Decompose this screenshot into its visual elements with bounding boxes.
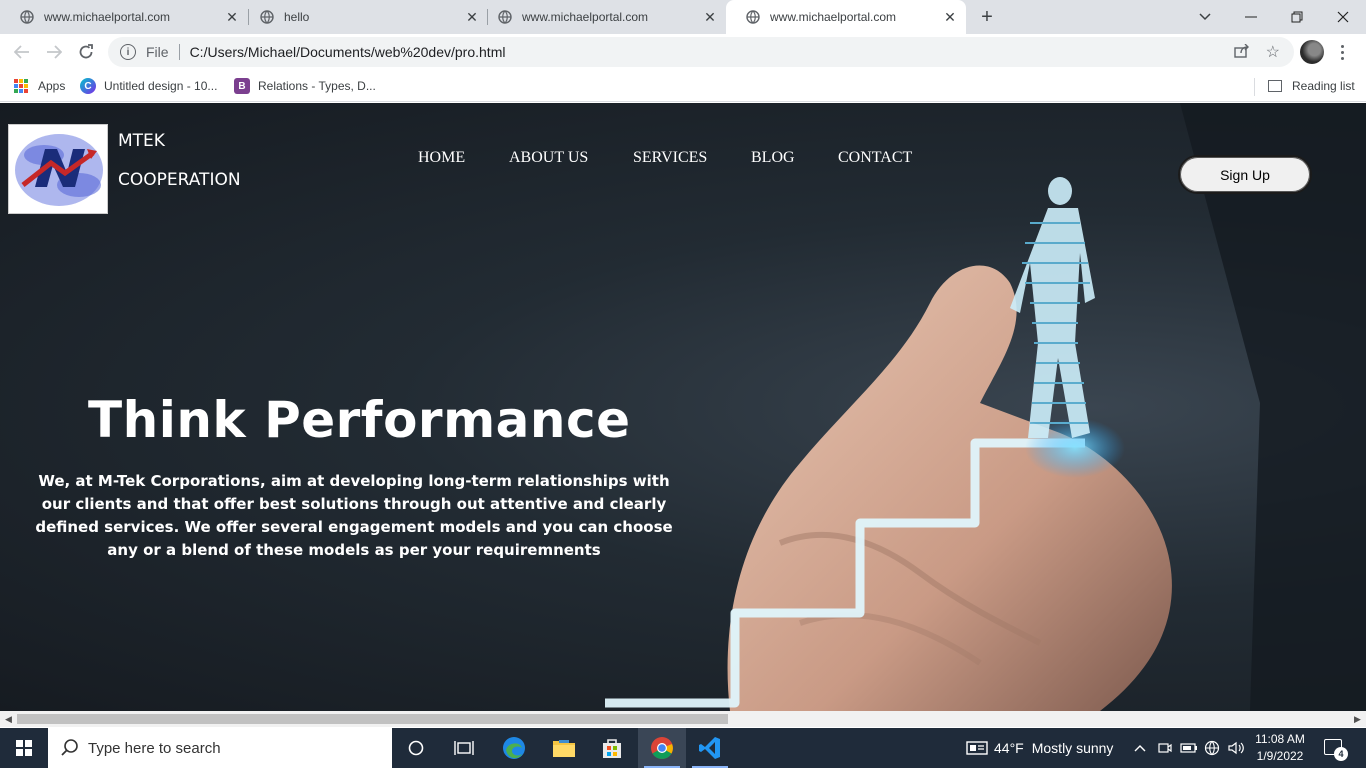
browser-tab[interactable]: hello ✕ bbox=[240, 0, 488, 34]
close-window-icon[interactable] bbox=[1320, 0, 1366, 34]
windows-taskbar: Type here to search 44°F Mostly sunny 11… bbox=[0, 728, 1366, 768]
info-icon[interactable]: i bbox=[120, 44, 136, 60]
reading-list-icon bbox=[1268, 80, 1282, 92]
tab-close-icon[interactable]: ✕ bbox=[940, 7, 960, 27]
notification-count-badge: 4 bbox=[1334, 747, 1348, 761]
scroll-right-arrow-icon[interactable]: ▶ bbox=[1354, 714, 1361, 725]
share-icon[interactable] bbox=[1234, 43, 1250, 61]
bookmark-untitled-design[interactable]: C Untitled design - 10... bbox=[80, 76, 217, 96]
bookmarks-divider bbox=[1254, 78, 1255, 96]
nav-contact[interactable]: CONTACT bbox=[838, 149, 912, 167]
reading-list-label: Reading list bbox=[1292, 79, 1355, 93]
byjus-icon: B bbox=[234, 78, 250, 94]
address-divider bbox=[178, 44, 180, 60]
address-scheme: File bbox=[146, 44, 169, 60]
clock-time: 11:08 AM bbox=[1255, 732, 1305, 746]
address-url[interactable]: C:/Users/Michael/Documents/web%20dev/pro… bbox=[190, 44, 506, 60]
new-tab-plus-icon[interactable]: + bbox=[976, 6, 998, 28]
hero-description: We, at M-Tek Corporations, aim at develo… bbox=[35, 472, 673, 559]
globe-icon bbox=[746, 10, 760, 24]
system-clock[interactable]: 11:08 AM 1/9/2022 bbox=[1250, 731, 1310, 765]
meet-now-icon[interactable] bbox=[1158, 728, 1172, 768]
tab-strip: www.michaelportal.com ✕ hello ✕ www.mich… bbox=[0, 0, 1366, 34]
nav-services[interactable]: SERVICES bbox=[633, 149, 707, 167]
chrome-icon[interactable] bbox=[638, 728, 686, 768]
restore-icon[interactable] bbox=[1274, 0, 1320, 34]
weather-widget[interactable]: 44°F Mostly sunny bbox=[966, 728, 1113, 768]
taskbar-search-box[interactable]: Type here to search bbox=[48, 728, 392, 768]
file-explorer-icon[interactable] bbox=[540, 728, 588, 768]
search-icon bbox=[61, 739, 78, 756]
search-placeholder: Type here to search bbox=[88, 739, 221, 757]
chevron-up-icon[interactable] bbox=[1134, 728, 1146, 768]
scroll-left-arrow-icon[interactable]: ◀ bbox=[5, 714, 12, 725]
address-bar[interactable]: i File C:/Users/Michael/Documents/web%20… bbox=[108, 37, 1294, 67]
horizontal-scrollbar[interactable]: ◀ ▶ bbox=[0, 711, 1366, 727]
globe-icon bbox=[20, 10, 34, 24]
nav-blog[interactable]: BLOG bbox=[751, 149, 795, 167]
browser-toolbar: i File C:/Users/Michael/Documents/web%20… bbox=[0, 34, 1366, 70]
tab-title: www.michaelportal.com bbox=[44, 10, 171, 24]
canva-icon: C bbox=[80, 78, 96, 94]
scrollbar-thumb[interactable] bbox=[17, 714, 728, 724]
browser-tab[interactable]: www.michaelportal.com ✕ bbox=[478, 0, 726, 34]
tab-close-icon[interactable]: ✕ bbox=[700, 7, 720, 27]
windows-logo-icon bbox=[16, 740, 32, 756]
battery-icon[interactable] bbox=[1180, 728, 1198, 768]
logo-emblem-icon bbox=[15, 134, 103, 206]
tab-search-chevron-icon[interactable] bbox=[1182, 0, 1228, 34]
edge-browser-icon[interactable] bbox=[490, 728, 538, 768]
bookmark-label: Untitled design - 10... bbox=[104, 79, 218, 93]
brand-name-line1: MTEK bbox=[118, 131, 165, 151]
apps-grid-icon bbox=[14, 79, 28, 93]
minimize-icon[interactable] bbox=[1228, 0, 1274, 34]
bookmark-label: Apps bbox=[38, 79, 66, 93]
reading-list-button[interactable]: Reading list bbox=[1268, 76, 1355, 96]
profile-avatar[interactable] bbox=[1300, 40, 1324, 64]
network-globe-icon[interactable] bbox=[1204, 728, 1220, 768]
nav-about-us[interactable]: ABOUT US bbox=[509, 149, 588, 167]
tab-close-icon[interactable]: ✕ bbox=[222, 7, 242, 27]
volume-icon[interactable] bbox=[1228, 728, 1244, 768]
weather-news-icon bbox=[966, 741, 988, 755]
start-button[interactable] bbox=[0, 728, 48, 768]
weather-temperature: 44°F bbox=[994, 740, 1024, 756]
sign-up-button[interactable]: Sign Up bbox=[1178, 155, 1312, 194]
hero-title: Think Performance bbox=[88, 391, 631, 449]
globe-icon bbox=[498, 10, 512, 24]
nav-home[interactable]: HOME bbox=[418, 149, 465, 167]
browser-menu-icon[interactable] bbox=[1336, 40, 1348, 64]
bookmark-relations[interactable]: B Relations - Types, D... bbox=[234, 76, 376, 96]
bookmark-apps[interactable]: Apps bbox=[14, 76, 65, 96]
microsoft-store-icon[interactable] bbox=[588, 728, 636, 768]
page-viewport: MTEK COOPERATION HOME ABOUT US SERVICES … bbox=[0, 103, 1366, 711]
weather-description: Mostly sunny bbox=[1031, 740, 1114, 756]
bookmark-label: Relations - Types, D... bbox=[258, 79, 376, 93]
browser-tab-active[interactable]: www.michaelportal.com ✕ bbox=[726, 0, 966, 34]
globe-icon bbox=[260, 10, 274, 24]
tab-title: www.michaelportal.com bbox=[770, 10, 897, 24]
clock-date: 1/9/2022 bbox=[1256, 749, 1304, 763]
browser-tab[interactable]: www.michaelportal.com ✕ bbox=[0, 0, 248, 34]
cortana-icon[interactable] bbox=[392, 728, 440, 768]
tab-title: hello bbox=[284, 10, 310, 24]
vscode-icon[interactable] bbox=[686, 728, 734, 768]
task-view-icon[interactable] bbox=[440, 728, 488, 768]
tab-title: www.michaelportal.com bbox=[522, 10, 649, 24]
bookmarks-bar: Apps C Untitled design - 10... B Relatio… bbox=[0, 70, 1366, 102]
back-arrow-icon[interactable] bbox=[10, 40, 34, 64]
brand-name-line2: COOPERATION bbox=[118, 170, 241, 190]
reload-icon[interactable] bbox=[74, 40, 98, 64]
mtek-logo[interactable] bbox=[8, 124, 108, 214]
bookmark-star-icon[interactable]: ☆ bbox=[1266, 42, 1280, 62]
forward-arrow-icon[interactable] bbox=[42, 40, 66, 64]
